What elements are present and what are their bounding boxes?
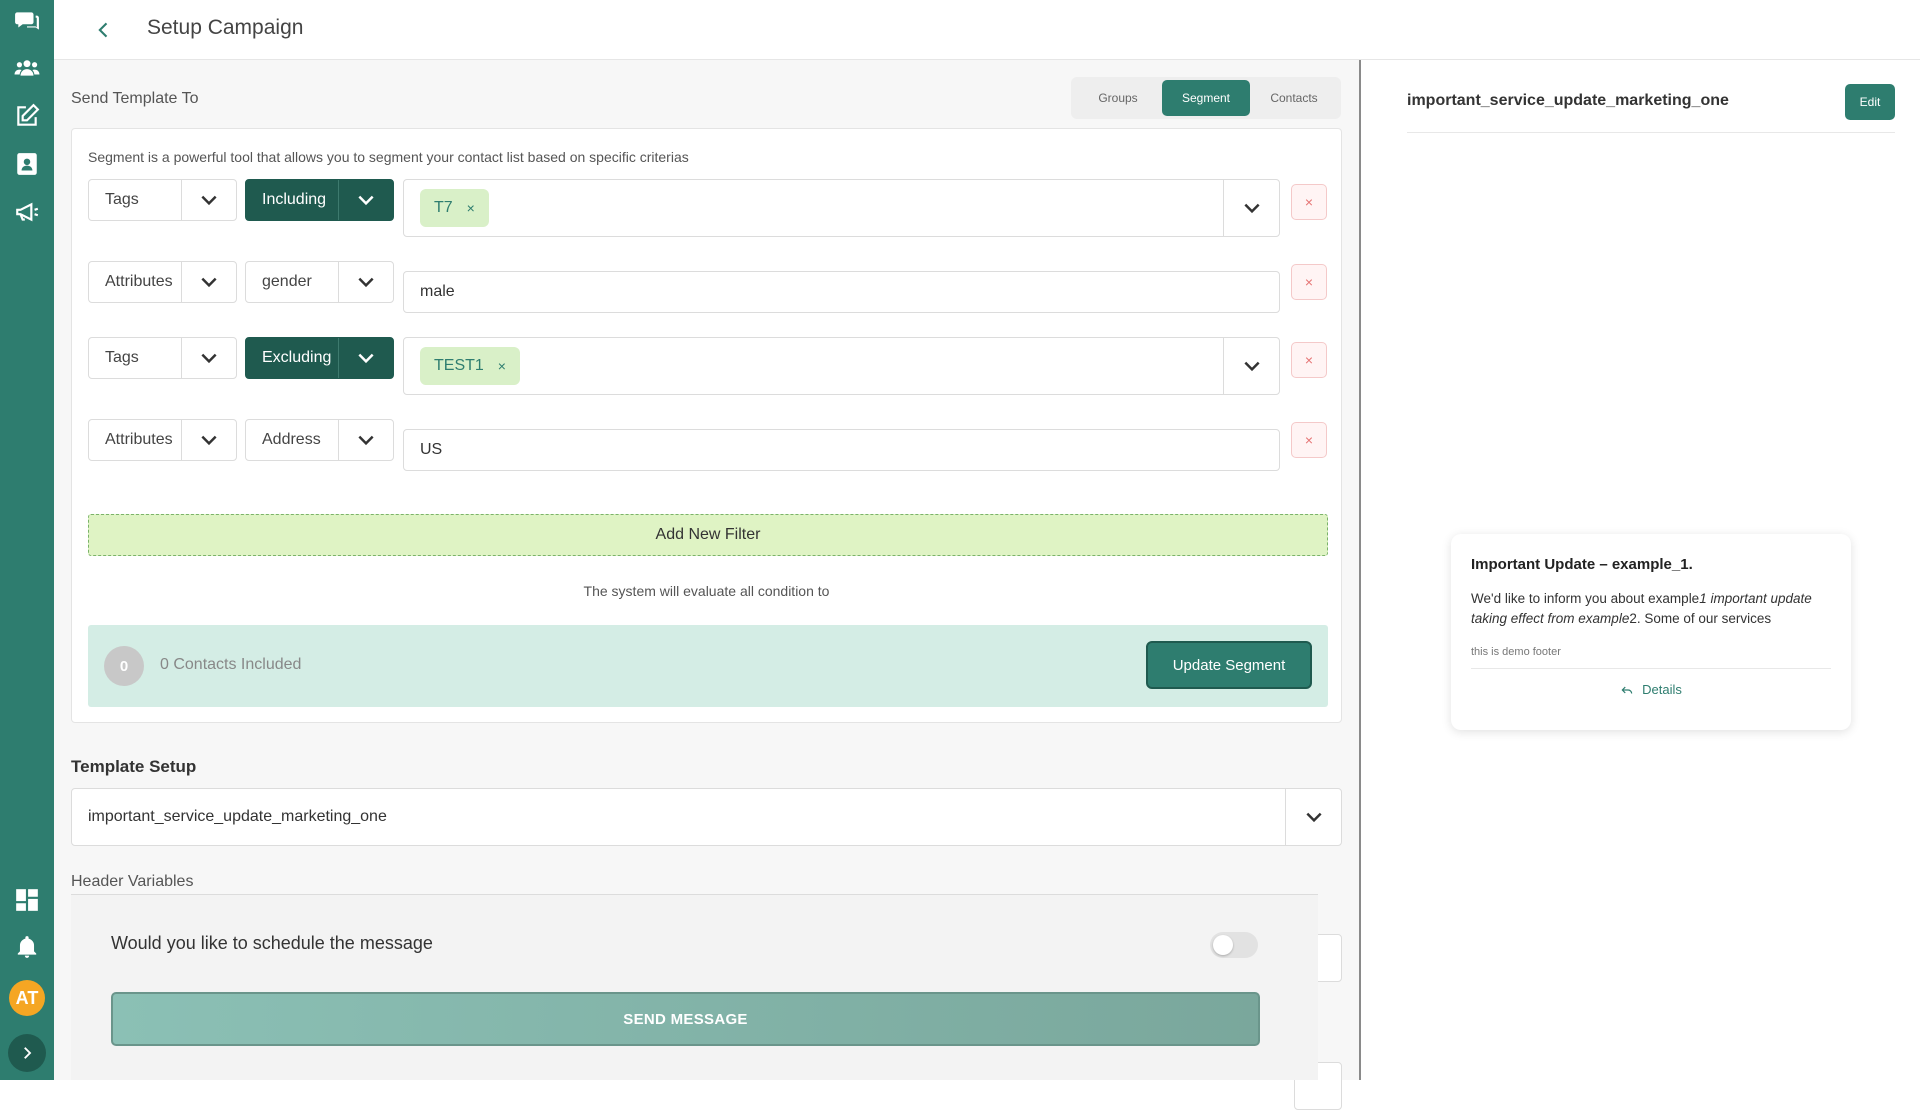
tab-groups[interactable]: Groups <box>1074 80 1162 116</box>
filter-operator-select[interactable]: Including <box>245 179 394 221</box>
segment-description: Segment is a powerful tool that allows y… <box>88 149 689 165</box>
chevron-down-icon <box>358 353 374 364</box>
template-select[interactable]: important_service_update_marketing_one <box>71 788 1342 846</box>
preview-title: Important Update – example_1. <box>1471 556 1693 573</box>
filter-operator-label: Excluding <box>262 349 332 366</box>
contacts-count-badge: 0 <box>104 646 144 686</box>
filter-type-label: Attributes <box>105 273 173 290</box>
filter-operator-select[interactable]: Excluding <box>245 337 394 379</box>
header-variables-label: Header Variables <box>71 873 194 890</box>
tag-chip: T7 × <box>420 189 489 227</box>
chevron-right-icon <box>24 1047 32 1059</box>
megaphone-icon[interactable] <box>12 197 42 227</box>
filter-value-input[interactable]: male <box>403 271 1280 313</box>
filter-type-label: Attributes <box>105 431 173 448</box>
filter-tags-select[interactable]: T7 × <box>403 179 1280 237</box>
chevron-down-icon <box>358 195 374 206</box>
chevron-down-icon <box>358 277 374 288</box>
tab-segment[interactable]: Segment <box>1162 80 1250 116</box>
template-setup-label: Template Setup <box>71 757 197 776</box>
divider <box>1471 668 1831 669</box>
filter-attribute-select[interactable]: gender <box>245 261 394 303</box>
filter-type-label: Tags <box>105 191 139 208</box>
update-segment-button[interactable]: Update Segment <box>1146 641 1312 689</box>
expand-sidebar-button[interactable] <box>8 1034 46 1072</box>
filter-row: Tags Excluding TEST1 × × <box>88 337 1328 395</box>
edit-template-button[interactable]: Edit <box>1845 84 1895 120</box>
preview-body-text: We'd like to inform you about example <box>1471 591 1700 606</box>
schedule-panel: Would you like to schedule the message S… <box>71 895 1318 1080</box>
remove-filter-button[interactable]: × <box>1291 264 1327 300</box>
chevron-down-icon <box>201 435 217 446</box>
chevron-down-icon <box>1305 812 1322 823</box>
tag-chip-label: TEST1 <box>434 357 484 374</box>
audience-tabs: Groups Segment Contacts <box>1071 77 1341 119</box>
sidebar: AT <box>0 0 54 1080</box>
send-template-to-label: Send Template To <box>71 90 199 107</box>
close-icon[interactable]: × <box>498 358 506 374</box>
filter-type-select[interactable]: Attributes <box>88 261 237 303</box>
evaluate-condition-text: The system will evaluate all condition t… <box>583 583 830 599</box>
close-icon[interactable]: × <box>467 200 475 216</box>
filter-value: US <box>420 441 443 458</box>
schedule-toggle[interactable] <box>1210 932 1258 958</box>
filter-value-input[interactable]: US <box>403 429 1280 471</box>
filter-row: Attributes Address US × <box>88 419 1328 471</box>
contacts-icon[interactable] <box>12 149 42 179</box>
filter-type-select[interactable]: Tags <box>88 337 237 379</box>
details-button[interactable]: Details <box>1451 682 1851 697</box>
details-label: Details <box>1642 682 1682 697</box>
filter-type-select[interactable]: Attributes <box>88 419 237 461</box>
avatar[interactable]: AT <box>9 980 45 1016</box>
top-bar: Setup Campaign <box>54 0 1920 60</box>
chevron-down-icon <box>201 195 217 206</box>
chevron-left-icon <box>98 22 108 38</box>
add-new-filter-button[interactable]: Add New Filter <box>88 514 1328 556</box>
tag-chip-label: T7 <box>434 199 453 216</box>
users-icon[interactable] <box>12 53 42 83</box>
chevron-down-icon <box>201 277 217 288</box>
toggle-knob <box>1213 935 1233 955</box>
reply-arrow-icon <box>1621 686 1633 694</box>
preview-footer: this is demo footer <box>1471 646 1561 658</box>
schedule-question: Would you like to schedule the message <box>111 933 433 953</box>
chevron-down-icon <box>1243 203 1260 214</box>
filter-tags-select[interactable]: TEST1 × <box>403 337 1280 395</box>
divider <box>1407 132 1895 133</box>
filter-operator-label: Including <box>262 191 327 208</box>
segment-card: Segment is a powerful tool that allows y… <box>71 128 1342 723</box>
chevron-down-icon <box>1243 361 1260 372</box>
remove-filter-button[interactable]: × <box>1291 342 1327 378</box>
message-preview-card: Important Update – example_1. We'd like … <box>1451 534 1851 730</box>
campaign-form: Send Template To Groups Segment Contacts… <box>54 60 1360 1110</box>
chat-icon[interactable] <box>12 6 42 36</box>
contacts-included-text: 0 Contacts Included <box>160 656 302 673</box>
filter-type-select[interactable]: Tags <box>88 179 237 221</box>
send-message-button[interactable]: SEND MESSAGE <box>111 992 1260 1046</box>
filter-row: Attributes gender male × <box>88 261 1328 313</box>
remove-filter-button[interactable]: × <box>1291 184 1327 220</box>
chevron-down-icon <box>358 435 374 446</box>
preview-template-name: important_service_update_marketing_one <box>1407 92 1729 109</box>
chevron-down-icon <box>201 353 217 364</box>
filter-attribute-select[interactable]: Address <box>245 419 394 461</box>
filter-attribute-label: Address <box>262 431 321 448</box>
filter-attribute-label: gender <box>262 273 312 290</box>
remove-filter-button[interactable]: × <box>1291 422 1327 458</box>
bell-icon[interactable] <box>12 932 42 962</box>
preview-body: We'd like to inform you about example1 i… <box>1471 589 1841 629</box>
filter-row: Tags Including T7 × × <box>88 179 1328 237</box>
dashboard-icon[interactable] <box>12 885 42 915</box>
contacts-summary-bar: 0 0 Contacts Included Update Segment <box>88 625 1328 707</box>
filter-type-label: Tags <box>105 349 139 366</box>
template-select-value: important_service_update_marketing_one <box>88 808 387 825</box>
edit-icon[interactable] <box>12 101 42 131</box>
tag-chip: TEST1 × <box>420 347 520 385</box>
template-preview-pane: important_service_update_marketing_one E… <box>1361 60 1920 1080</box>
tab-contacts[interactable]: Contacts <box>1250 80 1338 116</box>
filter-value: male <box>420 283 455 300</box>
back-button[interactable] <box>90 16 118 44</box>
page-title: Setup Campaign <box>147 16 304 39</box>
preview-body-text-end: 2. Some of our services <box>1629 611 1772 626</box>
